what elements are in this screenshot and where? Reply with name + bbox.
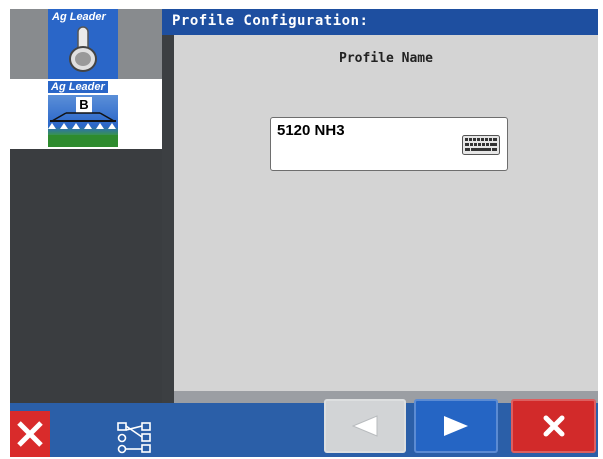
switch-tile-logo: Ag Leader (48, 9, 118, 79)
cancel-button[interactable] (511, 399, 596, 453)
sidebar-tile-sprayer[interactable]: Ag Leader B (10, 79, 162, 149)
exit-button[interactable] (10, 411, 50, 457)
close-icon (17, 421, 43, 447)
sprayer-badge: B (48, 95, 118, 147)
profile-name-value: 5120 NH3 (277, 122, 345, 139)
sprayer-tile-logo: Ag Leader B (48, 79, 118, 149)
previous-button[interactable] (324, 399, 406, 453)
next-button[interactable] (414, 399, 498, 453)
toggle-switch-icon (69, 26, 97, 72)
page-header: Profile Configuration: (162, 9, 598, 35)
keyboard-icon[interactable] (462, 135, 500, 155)
profile-name-label: Profile Name (339, 51, 433, 66)
arrow-right-icon (444, 416, 468, 436)
display-frame: Ag Leader Ag Leader B Profile Configurat… (10, 9, 598, 457)
sidebar-tile-switch[interactable]: Ag Leader (10, 9, 162, 79)
page-title: Profile Configuration: (172, 13, 369, 29)
sprayer-boom-icon (48, 112, 118, 147)
close-icon (543, 415, 564, 437)
arrow-left-icon (351, 415, 378, 437)
profile-name-field[interactable]: 5120 NH3 (270, 117, 508, 171)
brand-label: Ag Leader (48, 81, 108, 93)
tree-config-icon[interactable] (114, 419, 154, 455)
sidebar: Ag Leader Ag Leader B (10, 9, 162, 457)
bottom-toolbar (10, 403, 598, 457)
main-content: Profile Name 5120 NH3 (174, 35, 598, 391)
